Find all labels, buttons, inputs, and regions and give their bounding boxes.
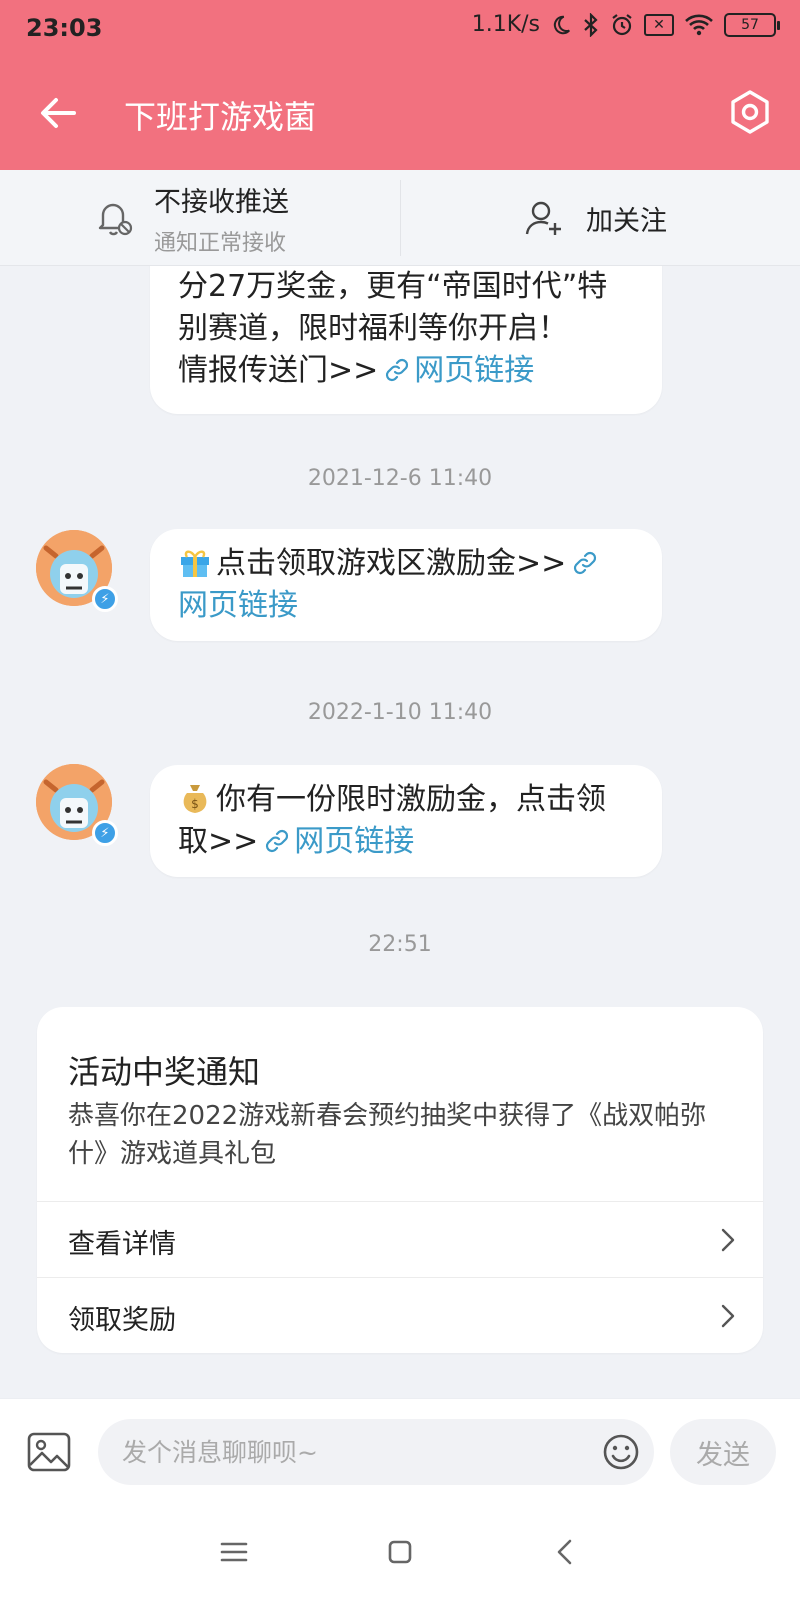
- money-bag-icon: $: [178, 781, 212, 815]
- message-text-line: 点击领取游戏区激励金>>: [178, 543, 634, 585]
- image-picker-icon[interactable]: [26, 1429, 72, 1475]
- message-text: 你有一份限时激励金，点击领: [216, 782, 606, 817]
- push-sublabel: 通知正常接收: [154, 230, 287, 256]
- link-icon: [264, 824, 290, 853]
- message-timestamp: 2021-12-6 11:40: [307, 466, 493, 491]
- chevron-right-icon: [717, 1302, 737, 1330]
- message-bubble: $ 你有一份限时激励金，点击领 取>> 网页链接: [150, 765, 662, 877]
- claim-reward-label: 领取奖励: [68, 1305, 176, 1336]
- status-bar: 23:03 1.1K/s ✕ 57: [0, 0, 800, 56]
- push-label: 不接收推送: [154, 186, 289, 218]
- link-icon: [384, 353, 410, 382]
- system-nav-bar: [0, 1502, 800, 1600]
- message-text-line: $ 你有一份限时激励金，点击领: [178, 779, 634, 821]
- award-notification-card: 活动中奖通知 恭喜你在2022游戏新春会预约抽奖中获得了《战双帕弥什》游戏道具礼…: [37, 1007, 763, 1353]
- message-input-bar: 发送: [0, 1398, 800, 1502]
- web-link[interactable]: 网页链接: [414, 353, 534, 388]
- battery-icon: 57: [724, 12, 780, 37]
- message-text-line: 取>> 网页链接: [178, 821, 634, 863]
- link-icon: [572, 546, 598, 575]
- view-details-row[interactable]: 查看详情: [37, 1201, 763, 1277]
- app-bar: 下班打游戏菌: [0, 56, 800, 170]
- hexagon-settings-icon[interactable]: [726, 88, 774, 136]
- message-input[interactable]: [98, 1419, 654, 1485]
- wifi-icon: [684, 14, 714, 36]
- view-details-label: 查看详情: [68, 1229, 176, 1260]
- avatar[interactable]: ⚡: [36, 530, 118, 612]
- gift-icon: [178, 545, 212, 579]
- status-time: 23:03: [26, 14, 103, 42]
- message-text-line: 情报传送门>> 网页链接: [178, 350, 634, 392]
- web-link[interactable]: 网页链接: [178, 588, 298, 623]
- message-text: 情报传送门>>: [178, 353, 379, 388]
- message-text-line: 别赛道，限时福利等你开启！: [178, 311, 568, 346]
- moon-icon: [550, 14, 572, 36]
- claim-reward-row[interactable]: 领取奖励: [37, 1277, 763, 1353]
- alarm-icon: [610, 13, 634, 37]
- follow-button-overlay[interactable]: 加关注: [524, 192, 667, 244]
- bell-mute-icon: [92, 195, 138, 241]
- message-timestamp: 2022-1-10 11:40: [307, 700, 493, 725]
- message-timestamp: 22:51: [368, 932, 432, 957]
- message-text: 点击领取游戏区激励金>>: [216, 546, 567, 581]
- message-text-line: 网页链接: [178, 585, 634, 627]
- avatar[interactable]: ⚡: [36, 764, 118, 846]
- home-square-icon[interactable]: [384, 1536, 416, 1568]
- bluetooth-icon: [582, 12, 600, 37]
- message-bubble: 点击领取游戏区激励金>> 网页链接: [150, 529, 662, 641]
- svg-text:$: $: [191, 797, 199, 811]
- divider: [400, 180, 401, 256]
- emoji-icon[interactable]: [602, 1433, 640, 1471]
- web-link[interactable]: 网页链接: [294, 824, 414, 859]
- verified-badge-icon: ⚡: [92, 586, 118, 612]
- back-arrow-icon[interactable]: [36, 91, 80, 135]
- award-title: 活动中奖通知: [68, 1053, 261, 1091]
- send-button[interactable]: 发送: [670, 1419, 776, 1485]
- message-text-line: 分27万奖金，更有“帝国时代”特: [178, 269, 608, 304]
- add-user-icon: [524, 198, 564, 238]
- page-title: 下班打游戏菌: [124, 98, 317, 136]
- net-speed: 1.1K/s: [471, 12, 540, 37]
- follow-label: 加关注: [586, 205, 667, 237]
- message-text: 取>>: [178, 824, 259, 859]
- menu-icon[interactable]: [218, 1536, 250, 1568]
- chevron-right-icon: [717, 1226, 737, 1254]
- no-sim-icon: ✕: [644, 13, 674, 36]
- award-description: 恭喜你在2022游戏新春会预约抽奖中获得了《战双帕弥什》游戏道具礼包: [68, 1101, 707, 1169]
- verified-badge-icon: ⚡: [92, 820, 118, 846]
- push-setting-button-overlay[interactable]: 不接收推送 通知正常接收: [92, 182, 289, 256]
- back-chevron-icon[interactable]: [550, 1536, 582, 1568]
- status-icons: 1.1K/s ✕ 57: [471, 12, 780, 37]
